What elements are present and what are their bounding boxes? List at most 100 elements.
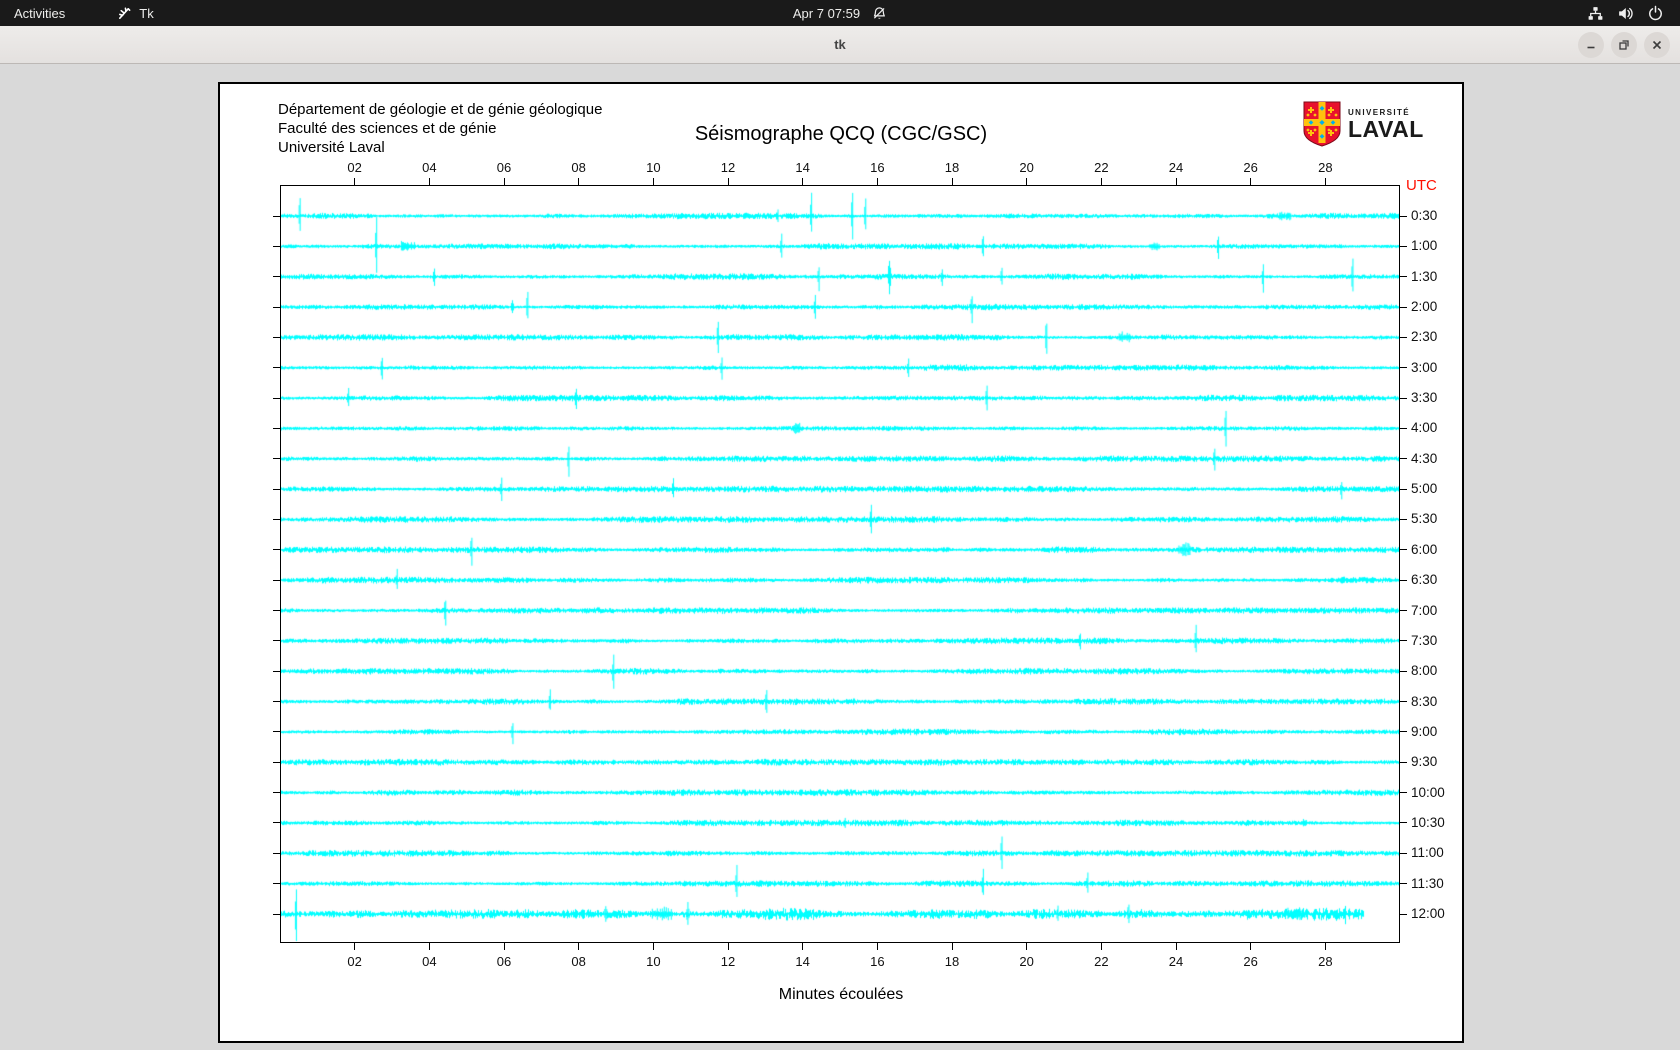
x-axis-tick (1176, 943, 1177, 950)
y-axis-time-label: 4:00 (1411, 420, 1459, 436)
y-axis-time-label: 1:30 (1411, 269, 1459, 285)
y-axis-tick (273, 883, 280, 884)
y-axis-tick (273, 580, 280, 581)
header-line: Département de géologie et de génie géol… (278, 100, 602, 119)
x-axis-tick-label: 20 (1007, 160, 1047, 175)
x-axis-tick-label: 10 (633, 160, 673, 175)
y-axis-tick (273, 640, 280, 641)
y-axis-tick (273, 276, 280, 277)
y-axis-tick (273, 398, 280, 399)
notifications-disabled-icon (872, 6, 887, 21)
y-axis-time-label: 2:00 (1411, 299, 1459, 315)
x-axis-tick-label: 18 (932, 160, 972, 175)
x-axis-tick (1250, 943, 1251, 950)
x-axis-tick (877, 178, 878, 185)
y-axis-tick (1400, 762, 1407, 763)
x-axis-tick (802, 178, 803, 185)
y-axis-tick (273, 307, 280, 308)
y-axis-time-label: 7:30 (1411, 633, 1459, 649)
y-axis-time-label: 10:00 (1411, 785, 1459, 801)
y-axis-tick (273, 367, 280, 368)
x-axis-tick (1026, 178, 1027, 185)
window-title-bar: tk (0, 26, 1680, 64)
y-axis-tick (273, 549, 280, 550)
x-axis-tick-label: 28 (1305, 954, 1345, 969)
x-axis-tick (1101, 943, 1102, 950)
seismograph-panel: Département de géologie et de génie géol… (218, 82, 1464, 1043)
focused-app-label: Tk (139, 6, 153, 21)
clock-label: Apr 7 07:59 (793, 6, 860, 21)
y-axis-tick (273, 458, 280, 459)
x-axis-tick-label: 06 (484, 160, 524, 175)
x-axis-tick (578, 943, 579, 950)
y-axis-tick (1400, 367, 1407, 368)
y-axis-time-label: 2:30 (1411, 329, 1459, 345)
x-axis-tick-label: 04 (409, 160, 449, 175)
x-axis-tick-label: 26 (1231, 954, 1271, 969)
y-axis-time-label: 0:30 (1411, 208, 1459, 224)
x-axis-tick (952, 943, 953, 950)
y-axis-tick (273, 792, 280, 793)
x-axis-tick-label: 06 (484, 954, 524, 969)
x-axis-tick (1101, 178, 1102, 185)
x-axis-tick (1026, 943, 1027, 950)
seismogram-plot (280, 185, 1400, 943)
minimize-icon (1585, 39, 1597, 51)
x-axis-tick-label: 16 (857, 954, 897, 969)
universite-laval-logo: UNIVERSITÉ LAVAL (1303, 101, 1424, 147)
y-axis-tick (273, 701, 280, 702)
y-axis-time-label: 12:00 (1411, 906, 1459, 922)
x-axis-tick (1250, 178, 1251, 185)
x-axis-tick (1325, 178, 1326, 185)
x-axis-tick-label: 26 (1231, 160, 1271, 175)
utc-label: UTC (1406, 177, 1437, 194)
y-axis-tick (273, 762, 280, 763)
x-axis-tick-label: 04 (409, 954, 449, 969)
close-button[interactable] (1644, 32, 1670, 58)
y-axis-time-label: 11:30 (1411, 876, 1459, 892)
y-axis-time-label: 5:30 (1411, 511, 1459, 527)
y-axis-time-label: 5:00 (1411, 481, 1459, 497)
y-axis-tick (1400, 792, 1407, 793)
x-axis-tick (1176, 178, 1177, 185)
maximize-button[interactable] (1611, 32, 1637, 58)
laval-shield-icon (1303, 101, 1341, 147)
y-axis-tick (1400, 276, 1407, 277)
y-axis-tick (1400, 519, 1407, 520)
y-axis-tick (1400, 914, 1407, 915)
x-axis-tick-label: 14 (783, 160, 823, 175)
y-axis-tick (273, 519, 280, 520)
y-axis-tick (1400, 307, 1407, 308)
network-wired-icon (1587, 5, 1604, 22)
x-axis-tick-label: 12 (708, 954, 748, 969)
y-axis-tick (273, 428, 280, 429)
focused-app-menu[interactable]: Tk (107, 0, 163, 26)
maximize-icon (1618, 39, 1630, 51)
x-axis-tick (578, 178, 579, 185)
x-axis-tick-label: 18 (932, 954, 972, 969)
y-axis-tick (1400, 580, 1407, 581)
y-axis-time-label: 3:30 (1411, 390, 1459, 406)
minimize-button[interactable] (1578, 32, 1604, 58)
y-axis-tick (1400, 610, 1407, 611)
x-axis-tick-label: 22 (1081, 160, 1121, 175)
system-status-area[interactable] (1571, 0, 1680, 26)
x-axis-tick-label: 20 (1007, 954, 1047, 969)
y-axis-tick (1400, 398, 1407, 399)
x-axis-tick-label: 28 (1305, 160, 1345, 175)
x-axis-tick-label: 22 (1081, 954, 1121, 969)
y-axis-tick (1400, 640, 1407, 641)
gnome-top-bar: Activities Tk Apr 7 07:59 (0, 0, 1680, 26)
clock-menu[interactable]: Apr 7 07:59 (783, 0, 897, 26)
seismogram-traces-canvas (281, 186, 1399, 942)
tk-app-icon (117, 6, 132, 21)
y-axis-time-label: 11:00 (1411, 845, 1459, 861)
activities-button[interactable]: Activities (0, 0, 79, 26)
y-axis-tick (1400, 489, 1407, 490)
x-axis-tick (653, 178, 654, 185)
x-axis-tick (504, 178, 505, 185)
x-axis-tick (877, 943, 878, 950)
y-axis-tick (1400, 216, 1407, 217)
y-axis-tick (273, 731, 280, 732)
x-axis-tick (802, 943, 803, 950)
